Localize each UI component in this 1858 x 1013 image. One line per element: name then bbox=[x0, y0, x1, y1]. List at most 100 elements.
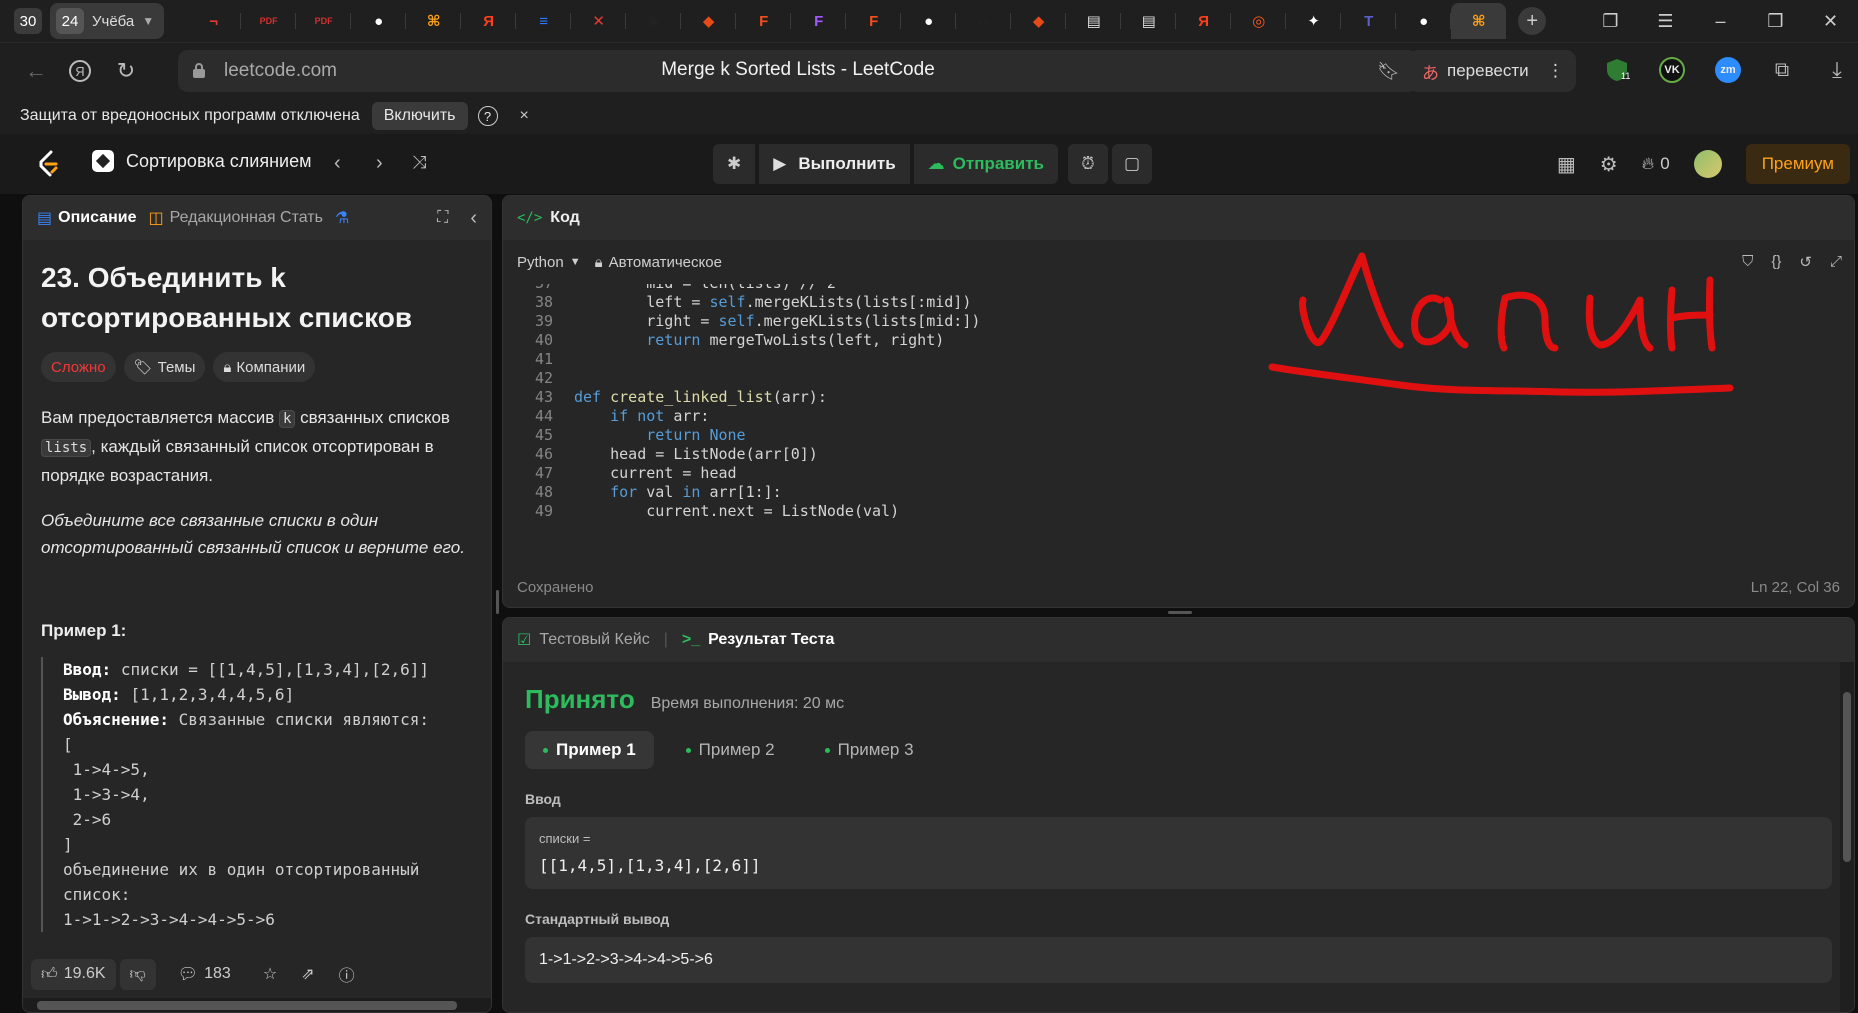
yandex-home-button[interactable]: Я bbox=[64, 55, 96, 87]
browser-tab[interactable]: VK bbox=[956, 3, 1012, 39]
run-button[interactable]: ▶ Выполнить bbox=[759, 144, 910, 184]
example-line: 1->1->2->3->4->4->5->6 bbox=[63, 910, 275, 929]
scrollbar-thumb[interactable] bbox=[1843, 692, 1851, 862]
browser-tab[interactable]: ◆ bbox=[1011, 3, 1067, 39]
tab-description[interactable]: ▤ Описание bbox=[37, 208, 148, 228]
vk-extension-icon[interactable]: VK bbox=[1657, 55, 1687, 85]
flame-icon: 🔥︎ bbox=[1641, 154, 1655, 173]
dislike-button[interactable]: 👎︎ bbox=[119, 958, 156, 990]
like-button[interactable]: 👍︎ 19.6K bbox=[31, 958, 116, 990]
problem-title[interactable]: 23. Объединить k отсортированных списков bbox=[41, 258, 473, 338]
browser-tab[interactable]: ✦ bbox=[1286, 3, 1342, 39]
tab-count-badge[interactable]: 30 bbox=[14, 8, 42, 34]
reload-button[interactable]: ↻ bbox=[110, 55, 142, 87]
premium-button[interactable]: Премиум bbox=[1745, 144, 1850, 184]
fullscreen-icon[interactable]: ⛶ bbox=[437, 209, 448, 227]
expand-icon[interactable]: ⤢ bbox=[1830, 253, 1842, 271]
collections-icon[interactable]: ❐ bbox=[1583, 11, 1638, 32]
format-code-icon[interactable]: {} bbox=[1771, 253, 1781, 271]
code-editor[interactable]: 37 mid = len(lists) // 2 38 left = self.m… bbox=[503, 284, 1854, 564]
browser-tab[interactable]: ✕ bbox=[571, 3, 627, 39]
new-tab-button[interactable]: + bbox=[1518, 7, 1547, 35]
chevron-down-icon: ▼ bbox=[569, 256, 581, 268]
browser-tab[interactable]: Я bbox=[461, 3, 517, 39]
zoom-extension-icon[interactable]: zm bbox=[1713, 55, 1743, 85]
browser-tab[interactable]: ◎ bbox=[1231, 3, 1287, 39]
debug-button[interactable]: ✱ bbox=[713, 144, 756, 184]
case-tab-3[interactable]: Пример 3 bbox=[807, 731, 932, 769]
tab-editorial[interactable]: ◫ Редакционная Стать bbox=[148, 208, 334, 228]
submit-button[interactable]: ☁ Отправить bbox=[913, 144, 1058, 184]
companies-chip[interactable]: 🔒︎ Компании bbox=[213, 352, 316, 382]
topics-chip[interactable]: 🏷︎ Темы bbox=[123, 352, 206, 382]
vertical-resize-handle[interactable] bbox=[496, 590, 499, 614]
close-window-icon[interactable]: ✕ bbox=[1803, 11, 1858, 32]
url-field[interactable]: leetcode.com Merge k Sorted Lists - Leet… bbox=[178, 50, 1418, 92]
browser-tab[interactable]: ⌘ bbox=[406, 3, 462, 39]
streak-counter[interactable]: 🔥︎ 0 bbox=[1642, 154, 1670, 174]
browser-tab[interactable]: F bbox=[736, 3, 792, 39]
bookmark-icon[interactable]: 🔖︎ bbox=[1377, 61, 1400, 82]
menu-icon[interactable]: ☰ bbox=[1638, 11, 1693, 32]
case-tab-1[interactable]: Пример 1 bbox=[525, 731, 654, 769]
tab-group-study[interactable]: 24 Учёба ▼ bbox=[50, 3, 165, 39]
next-problem-icon[interactable]: › bbox=[376, 152, 383, 175]
settings-icon[interactable]: ⚙ bbox=[1600, 152, 1618, 177]
browser-tab[interactable]: ▤ bbox=[1066, 3, 1122, 39]
scrollbar-thumb[interactable] bbox=[37, 1001, 457, 1010]
comments-button[interactable]: 💬︎ 183 bbox=[168, 958, 241, 990]
browser-tab[interactable]: ⌘ bbox=[1451, 3, 1507, 39]
browser-tab[interactable]: ◉ bbox=[626, 3, 682, 39]
shuffle-icon[interactable]: ⤨ bbox=[412, 152, 426, 173]
browser-tab[interactable]: ● bbox=[351, 3, 407, 39]
download-icon[interactable]: ⤓ bbox=[1822, 55, 1852, 85]
favorite-button[interactable]: ☆ bbox=[253, 958, 287, 990]
language-select[interactable]: Python ▼ bbox=[517, 254, 581, 271]
leetcode-logo-icon[interactable] bbox=[36, 150, 60, 178]
prev-problem-icon[interactable]: ‹ bbox=[334, 152, 341, 175]
back-button[interactable]: ← bbox=[20, 55, 52, 87]
example-input-label: Ввод: bbox=[63, 660, 112, 679]
browser-tab[interactable]: ≡ bbox=[516, 3, 572, 39]
horizontal-scrollbar[interactable] bbox=[23, 998, 491, 1012]
browser-tab[interactable]: PDF bbox=[241, 3, 297, 39]
case-tab-2[interactable]: Пример 2 bbox=[668, 731, 793, 769]
browser-tab[interactable]: F bbox=[791, 3, 847, 39]
close-notice-icon[interactable]: × bbox=[520, 107, 529, 125]
browser-tab[interactable]: ◆ bbox=[681, 3, 737, 39]
avatar[interactable] bbox=[1693, 150, 1722, 178]
bookmark-icon[interactable]: ⛉ bbox=[1742, 253, 1753, 271]
browser-tab[interactable]: ¬ bbox=[186, 3, 242, 39]
shield-extension-icon[interactable]: 11 bbox=[1602, 55, 1632, 85]
tab-testcase[interactable]: ☑ Тестовый Кейс bbox=[517, 630, 650, 650]
browser-tab[interactable]: ● bbox=[901, 3, 957, 39]
browser-tab[interactable]: PDF bbox=[296, 3, 352, 39]
reset-icon[interactable]: ↺ bbox=[1799, 253, 1812, 271]
lock-icon: 🔒︎ bbox=[594, 253, 603, 271]
browser-tab[interactable]: Я bbox=[1176, 3, 1232, 39]
tab-solutions[interactable]: ⚗ bbox=[335, 208, 361, 228]
note-button[interactable]: ▢ bbox=[1112, 144, 1152, 184]
browser-tab[interactable]: T bbox=[1341, 3, 1397, 39]
layout-icon[interactable]: ▦ bbox=[1557, 152, 1576, 177]
minimize-icon[interactable]: – bbox=[1693, 11, 1748, 32]
restore-icon[interactable]: ❒ bbox=[1748, 11, 1803, 32]
leetcode-icon: ⌘ bbox=[426, 13, 441, 30]
translate-button[interactable]: あ перевести ⋮ bbox=[1408, 50, 1576, 92]
tab-test-result[interactable]: >_ Результат Теста bbox=[682, 631, 835, 649]
autosave-mode[interactable]: 🔒︎ Автоматическое bbox=[595, 254, 722, 271]
share-button[interactable]: ⇗ bbox=[291, 958, 324, 990]
help-button[interactable]: ⓘ bbox=[329, 956, 365, 992]
vertical-scrollbar[interactable] bbox=[1840, 662, 1854, 1012]
extensions-icon[interactable]: ⧉ bbox=[1767, 55, 1797, 85]
browser-tab[interactable]: ▤ bbox=[1121, 3, 1177, 39]
collapse-panel-icon[interactable]: ‹ bbox=[470, 207, 477, 230]
more-icon[interactable]: ⋮ bbox=[1547, 61, 1564, 81]
browser-tab[interactable]: ● bbox=[1396, 3, 1452, 39]
timer-button[interactable]: ⏰︎ bbox=[1068, 144, 1108, 184]
enable-protection-button[interactable]: Включить bbox=[371, 102, 468, 130]
panel-resize-handle[interactable] bbox=[1168, 611, 1192, 614]
help-icon[interactable]: ? bbox=[477, 106, 498, 126]
browser-tab[interactable]: F bbox=[846, 3, 902, 39]
problem-list-button[interactable]: Сортировка слиянием bbox=[92, 150, 311, 172]
